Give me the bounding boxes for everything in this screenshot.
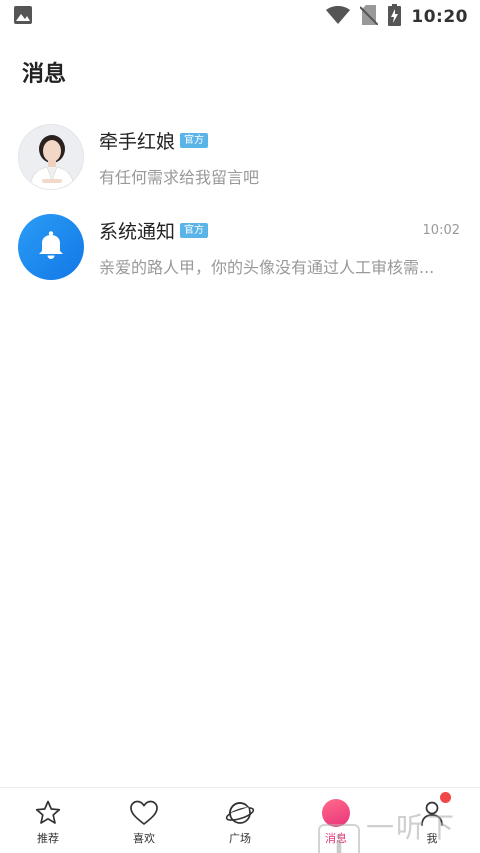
watermark-logo: i bbox=[318, 824, 360, 853]
official-badge: 官方 bbox=[180, 132, 209, 148]
conversation-item-system[interactable]: 系统通知 官方 10:02 亲爱的路人甲，你的头像没有通过人工审核需... bbox=[0, 202, 480, 292]
image-icon bbox=[14, 6, 32, 28]
conversation-preview: 有任何需求给我留言吧 bbox=[99, 167, 260, 187]
star-icon bbox=[33, 798, 63, 828]
page-title: 消息 bbox=[22, 62, 67, 87]
system-notification-avatar bbox=[18, 214, 84, 280]
notification-dot bbox=[440, 792, 451, 803]
conversation-time: 10:02 bbox=[422, 222, 460, 238]
conversation-name: 牵手红娘 bbox=[99, 130, 176, 153]
heart-icon bbox=[129, 798, 159, 828]
nav-label: 推荐 bbox=[37, 832, 59, 845]
watermark-text: 一听下载 bbox=[366, 811, 457, 853]
conversation-name: 系统通知 bbox=[99, 220, 176, 243]
nav-label: 广场 bbox=[229, 832, 251, 845]
messages-screen: 10:20 消息 牵手红娘 官方 有任何需求给我留言吧 系统通知 官方 10:0… bbox=[0, 0, 480, 853]
battery-charging-icon bbox=[388, 4, 402, 30]
status-time: 10:20 bbox=[411, 7, 468, 27]
conversation-preview: 亲爱的路人甲，你的头像没有通过人工审核需... bbox=[99, 257, 435, 277]
conversation-list: 牵手红娘 官方 有任何需求给我留言吧 系统通知 官方 10:02 亲爱的路人甲，… bbox=[0, 112, 480, 292]
no-sim-icon bbox=[359, 5, 380, 29]
planet-icon bbox=[225, 798, 255, 828]
wifi-icon bbox=[326, 6, 351, 28]
nav-label: 喜欢 bbox=[133, 832, 155, 845]
matchmaker-avatar bbox=[18, 124, 84, 190]
nav-tab-recommend[interactable]: 推荐 bbox=[0, 788, 96, 853]
conversation-item-matchmaker[interactable]: 牵手红娘 官方 有任何需求给我留言吧 bbox=[0, 112, 480, 202]
watermark: i 一听下载 bbox=[318, 806, 480, 853]
nav-tab-plaza[interactable]: 广场 bbox=[192, 788, 288, 853]
status-bar: 10:20 bbox=[0, 0, 480, 34]
nav-tab-likes[interactable]: 喜欢 bbox=[96, 788, 192, 853]
official-badge: 官方 bbox=[180, 222, 209, 238]
bell-icon bbox=[38, 231, 64, 263]
